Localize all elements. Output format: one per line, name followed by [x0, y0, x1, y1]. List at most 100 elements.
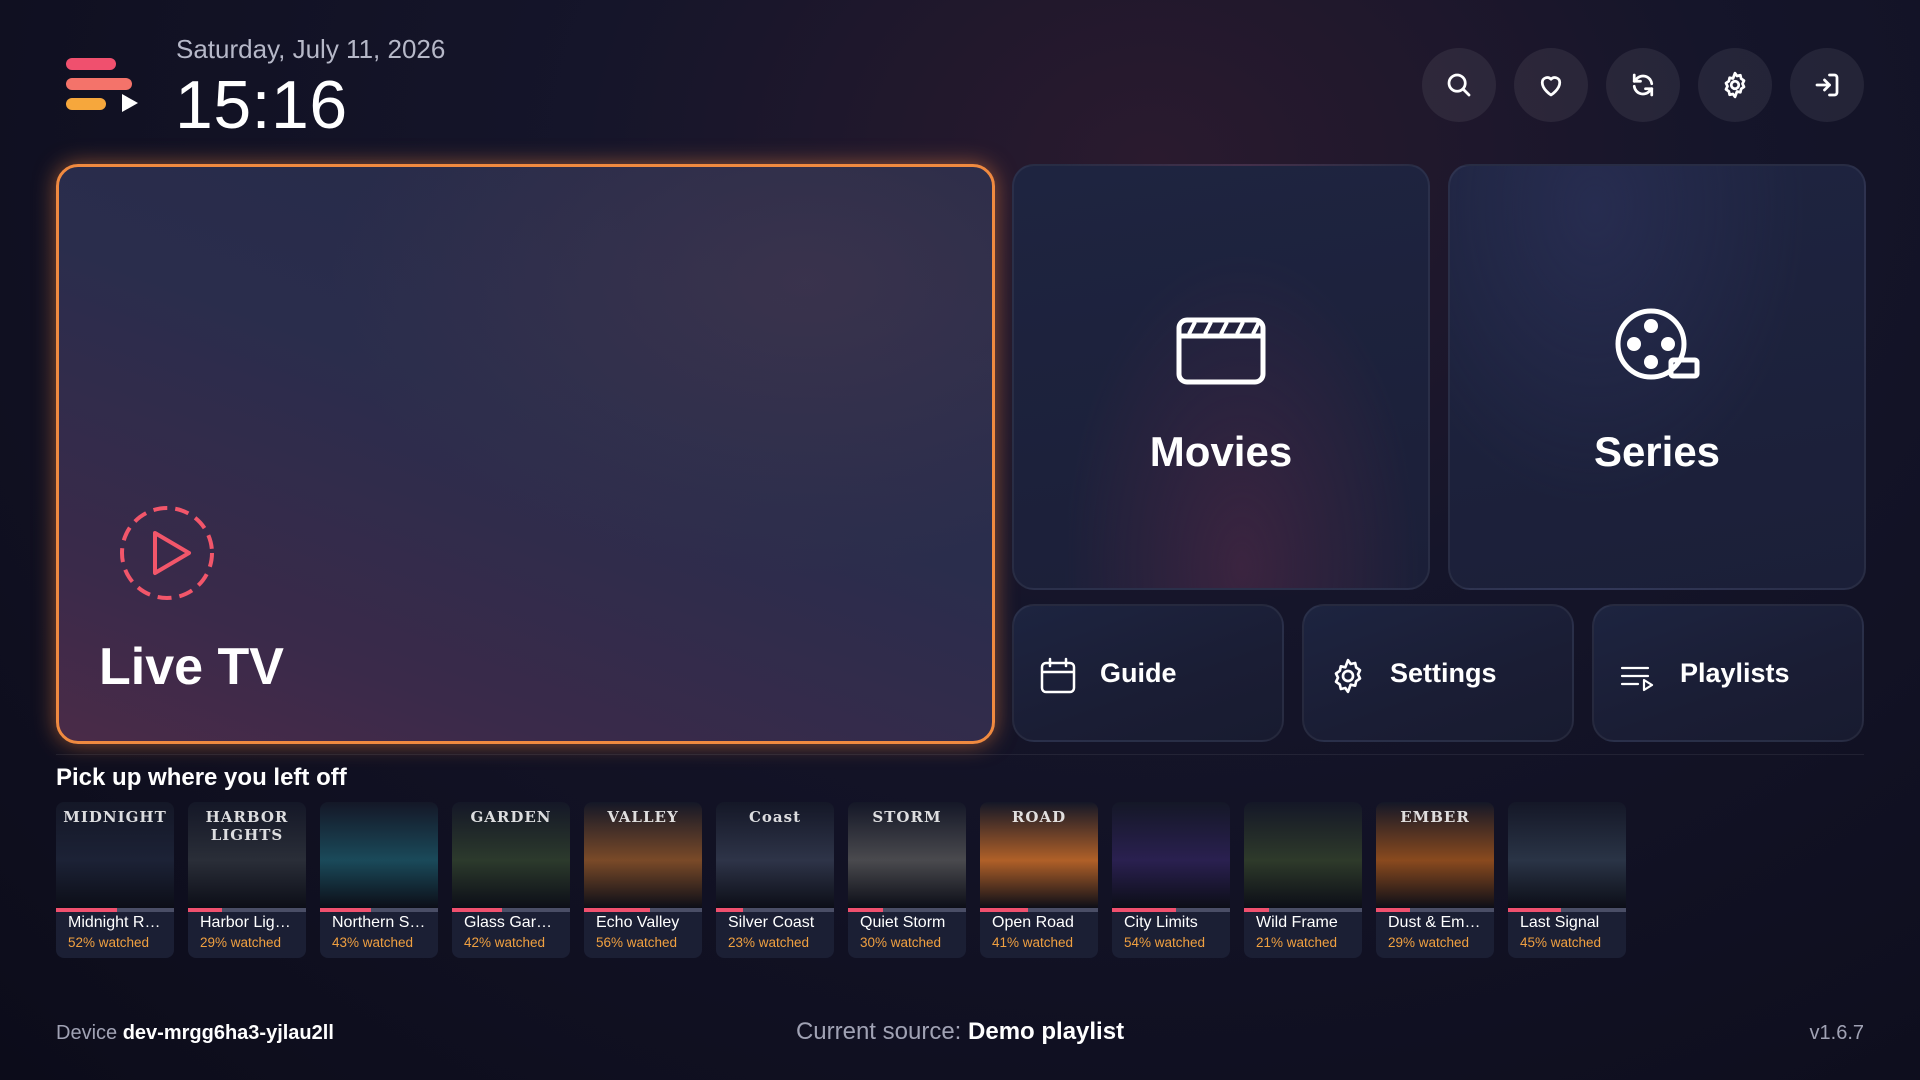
- card-watched: 42% watched: [464, 935, 546, 950]
- card-title: Glass Gar…: [464, 914, 553, 931]
- continue-card[interactable]: STORM Quiet Storm 30% watched: [848, 802, 966, 958]
- settings-label: Settings: [1390, 658, 1497, 688]
- live-tv-tile[interactable]: Live TV: [56, 164, 995, 744]
- progress-fill: [1508, 908, 1562, 912]
- card-watched: 52% watched: [68, 935, 150, 950]
- progress-bar: [1508, 908, 1626, 912]
- continue-card[interactable]: ROAD Open Road 41% watched: [980, 802, 1098, 958]
- progress-bar: [56, 908, 174, 912]
- progress-fill: [980, 908, 1029, 912]
- poster-title-text: MIDNIGHT: [63, 808, 167, 826]
- poster-image: Coast: [716, 802, 834, 908]
- progress-bar: [980, 908, 1098, 912]
- sign-in-icon: [1815, 73, 1839, 97]
- poster-image: GARDEN: [452, 802, 570, 908]
- card-title: Silver Coast: [728, 914, 815, 931]
- continue-card[interactable]: Last Signal 45% watched: [1508, 802, 1626, 958]
- progress-fill: [452, 908, 502, 912]
- poster-image: EMBER: [1376, 802, 1494, 908]
- card-watched: 21% watched: [1256, 935, 1338, 950]
- app-logo-icon: [66, 58, 138, 112]
- continue-watching-rail: MIDNIGHT Midnight R… 52% watched HARBOR LIG…: [56, 802, 1626, 958]
- refresh-button[interactable]: [1606, 48, 1680, 122]
- top-actions: [1422, 48, 1864, 122]
- continue-card[interactable]: Coast Silver Coast 23% watched: [716, 802, 834, 958]
- header: Saturday, July 11, 2026 15:16: [56, 30, 1864, 143]
- heart-icon: [1540, 76, 1562, 97]
- continue-card[interactable]: GARDEN Glass Gar… 42% watched: [452, 802, 570, 958]
- continue-card[interactable]: Northern S… 43% watched: [320, 802, 438, 958]
- clapperboard-icon: [1176, 317, 1266, 385]
- progress-bar: [188, 908, 306, 912]
- progress-bar: [320, 908, 438, 912]
- movies-tile[interactable]: Movies: [1012, 164, 1430, 590]
- card-title: Open Road: [992, 914, 1074, 931]
- current-date: Saturday, July 11, 2026: [176, 34, 446, 64]
- search-icon: [1447, 73, 1471, 97]
- poster-image: ROAD: [980, 802, 1098, 908]
- card-title: Harbor Lig…: [200, 914, 291, 931]
- search-button[interactable]: [1422, 48, 1496, 122]
- poster-image: [320, 802, 438, 908]
- poster-image: [1508, 802, 1626, 908]
- app-version: v1.6.7: [1809, 1022, 1864, 1044]
- progress-bar: [1244, 908, 1362, 912]
- poster-title-text: EMBER: [1400, 808, 1470, 826]
- progress-fill: [1112, 908, 1176, 912]
- continue-card[interactable]: HARBOR LIGHTS Harbor Lig… 29% watched: [188, 802, 306, 958]
- calendar-icon: [1040, 657, 1076, 694]
- card-watched: 56% watched: [596, 935, 678, 950]
- source-value: Demo playlist: [968, 1018, 1125, 1045]
- playlist-icon: [1620, 666, 1654, 692]
- current-source: Current source: Demo playlist: [56, 1018, 1864, 1046]
- progress-bar: [1112, 908, 1230, 912]
- continue-card[interactable]: MIDNIGHT Midnight R… 52% watched: [56, 802, 174, 958]
- continue-card[interactable]: Wild Frame 21% watched: [1244, 802, 1362, 958]
- card-title: Wild Frame: [1256, 914, 1338, 931]
- poster-image: MIDNIGHT: [56, 802, 174, 908]
- playlists-tile[interactable]: Playlists: [1592, 604, 1864, 742]
- card-watched: 29% watched: [1388, 935, 1470, 950]
- movies-label: Movies: [1149, 428, 1293, 475]
- section-divider: [56, 754, 1864, 755]
- poster-title-text: HARBOR LIGHTS: [205, 808, 289, 844]
- card-title: Northern S…: [332, 914, 426, 931]
- settings-tile[interactable]: Settings: [1302, 604, 1574, 742]
- gear-icon: [1724, 71, 1746, 99]
- progress-bar: [1376, 908, 1494, 912]
- continue-card[interactable]: City Limits 54% watched: [1112, 802, 1230, 958]
- settings-button[interactable]: [1698, 48, 1772, 122]
- card-watched: 23% watched: [728, 935, 810, 950]
- progress-fill: [1244, 908, 1269, 912]
- progress-fill: [716, 908, 744, 912]
- series-label: Series: [1593, 428, 1721, 475]
- sign-in-button[interactable]: [1790, 48, 1864, 122]
- live-tv-label: Live TV: [99, 638, 284, 696]
- poster-title-text: VALLEY: [607, 808, 679, 826]
- favorites-button[interactable]: [1514, 48, 1588, 122]
- progress-bar: [716, 908, 834, 912]
- poster-image: VALLEY: [584, 802, 702, 908]
- guide-tile[interactable]: Guide: [1012, 604, 1284, 742]
- poster-title-text: Coast: [748, 808, 802, 826]
- progress-fill: [848, 908, 884, 912]
- gear-icon: [1334, 658, 1362, 694]
- guide-label: Guide: [1100, 658, 1177, 688]
- continue-card[interactable]: EMBER Dust & Em… 29% watched: [1376, 802, 1494, 958]
- card-title: Quiet Storm: [860, 914, 946, 931]
- source-label: Current source:: [795, 1018, 962, 1045]
- progress-fill: [584, 908, 651, 912]
- progress-bar: [848, 908, 966, 912]
- film-reel-icon: [1615, 308, 1700, 380]
- playlists-label: Playlists: [1680, 658, 1790, 688]
- progress-fill: [1376, 908, 1411, 912]
- continue-watching-title: Pick up where you left off: [56, 764, 347, 791]
- continue-card[interactable]: VALLEY Echo Valley 56% watched: [584, 802, 702, 958]
- poster-image: [1244, 802, 1362, 908]
- poster-image: STORM: [848, 802, 966, 908]
- series-tile[interactable]: Series: [1448, 164, 1866, 590]
- progress-bar: [452, 908, 570, 912]
- card-title: Midnight R…: [68, 914, 161, 931]
- poster-title-text: ROAD: [1011, 808, 1067, 826]
- card-watched: 43% watched: [332, 935, 414, 950]
